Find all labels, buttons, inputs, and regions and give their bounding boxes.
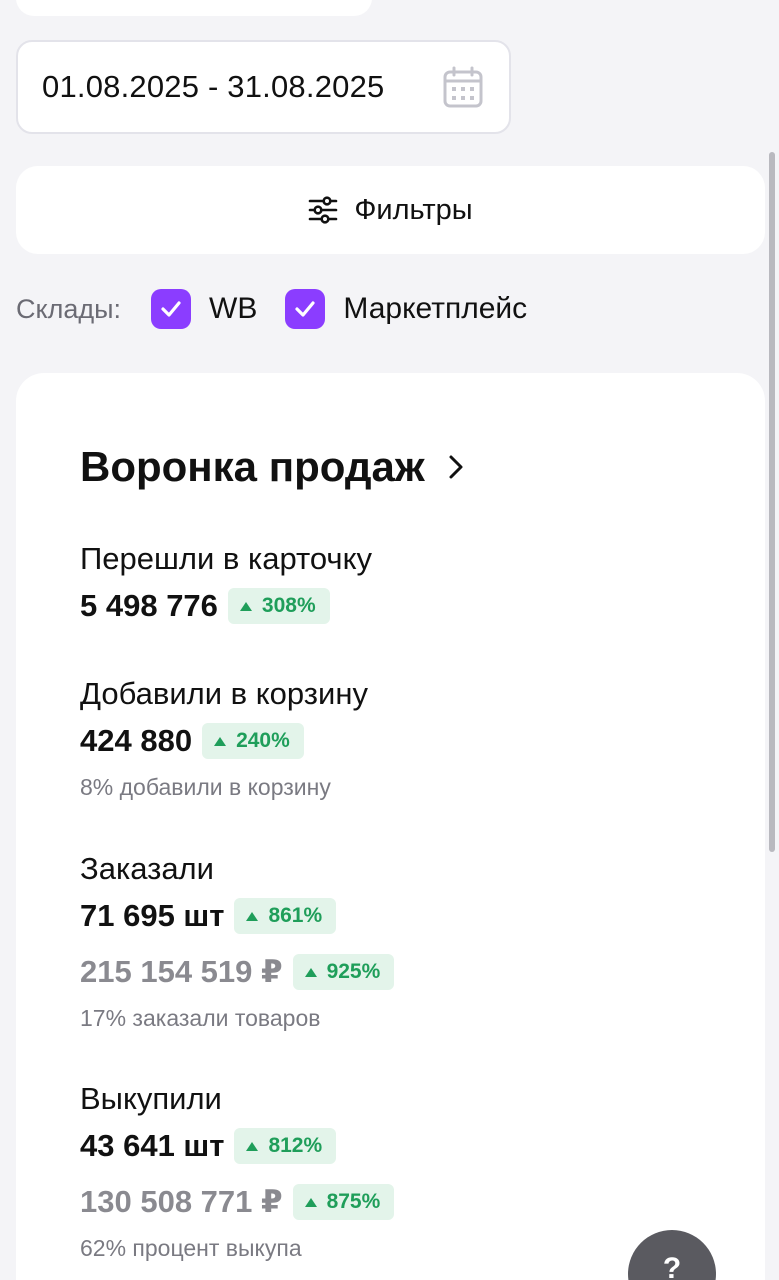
checkbox-wb[interactable] — [151, 289, 192, 329]
arrow-up-icon — [304, 1197, 317, 1207]
date-range-value: 01.08.2025 - 31.08.2025 — [42, 69, 385, 104]
metric-note: 17% заказали товаров — [80, 1005, 321, 1031]
metric-note: 8% добавили в корзину — [80, 774, 331, 800]
change-badge: 925% — [292, 954, 395, 990]
change-badge: 861% — [234, 898, 337, 934]
metric-value: 5 498 776 — [80, 588, 218, 623]
checkbox-marketplace[interactable] — [285, 289, 326, 329]
metric-label: Добавили в корзину — [80, 676, 368, 711]
metric-money: 215 154 519 ₽ — [80, 954, 283, 989]
filters-label: Фильтры — [354, 193, 473, 226]
metric-value: 71 695 шт — [80, 898, 225, 933]
sales-funnel-card: Воронка продаж Перешли в карточку 5 498 … — [16, 373, 765, 1280]
metric-label: Перешли в карточку — [80, 541, 372, 576]
warehouses-label: Склады: — [16, 293, 122, 324]
metric-label: Выкупили — [80, 1081, 222, 1116]
checkbox-wb-label[interactable]: WB — [209, 292, 257, 326]
arrow-up-icon — [304, 967, 317, 977]
filters-icon — [309, 196, 338, 224]
sales-funnel-header[interactable]: Воронка продаж — [80, 443, 465, 491]
metric-card-views: Перешли в карточку 5 498 776 308% — [80, 541, 372, 625]
change-badge: 875% — [292, 1184, 395, 1220]
calendar-icon[interactable] — [443, 66, 483, 108]
metric-bought-out: Выкупили 43 641 шт 812% 130 508 771 ₽ 87… — [80, 1081, 395, 1262]
scrollbar[interactable] — [769, 152, 775, 852]
change-badge: 308% — [227, 588, 330, 624]
check-icon — [295, 301, 315, 317]
filters-button[interactable]: Фильтры — [16, 166, 765, 254]
arrow-up-icon — [246, 911, 259, 921]
metric-label: Заказали — [80, 851, 214, 886]
check-icon — [161, 301, 181, 317]
arrow-up-icon — [246, 1141, 259, 1151]
metric-value: 43 641 шт — [80, 1128, 225, 1163]
arrow-up-icon — [239, 601, 252, 611]
metric-value: 424 880 — [80, 723, 193, 758]
arrow-up-icon — [214, 736, 227, 746]
page: 01.08.2025 - 31.08.2025 Фильтры Склады: … — [0, 0, 779, 1280]
date-range-field[interactable]: 01.08.2025 - 31.08.2025 — [16, 40, 511, 134]
chevron-right-icon — [449, 455, 463, 479]
top-input-stub[interactable] — [16, 0, 372, 16]
metric-ordered: Заказали 71 695 шт 861% 215 154 519 ₽ 92… — [80, 851, 395, 1032]
checkbox-marketplace-label[interactable]: Маркетплейс — [343, 292, 527, 326]
sales-funnel-title: Воронка продаж — [80, 443, 425, 490]
change-badge: 812% — [234, 1128, 337, 1164]
metric-note: 62% процент выкупа — [80, 1235, 302, 1261]
metric-money: 130 508 771 ₽ — [80, 1184, 283, 1219]
metric-added-to-cart: Добавили в корзину 424 880 240% 8% добав… — [80, 676, 368, 801]
warehouses-row: Склады: WB Маркетплейс — [16, 286, 527, 332]
change-badge: 240% — [202, 723, 304, 759]
